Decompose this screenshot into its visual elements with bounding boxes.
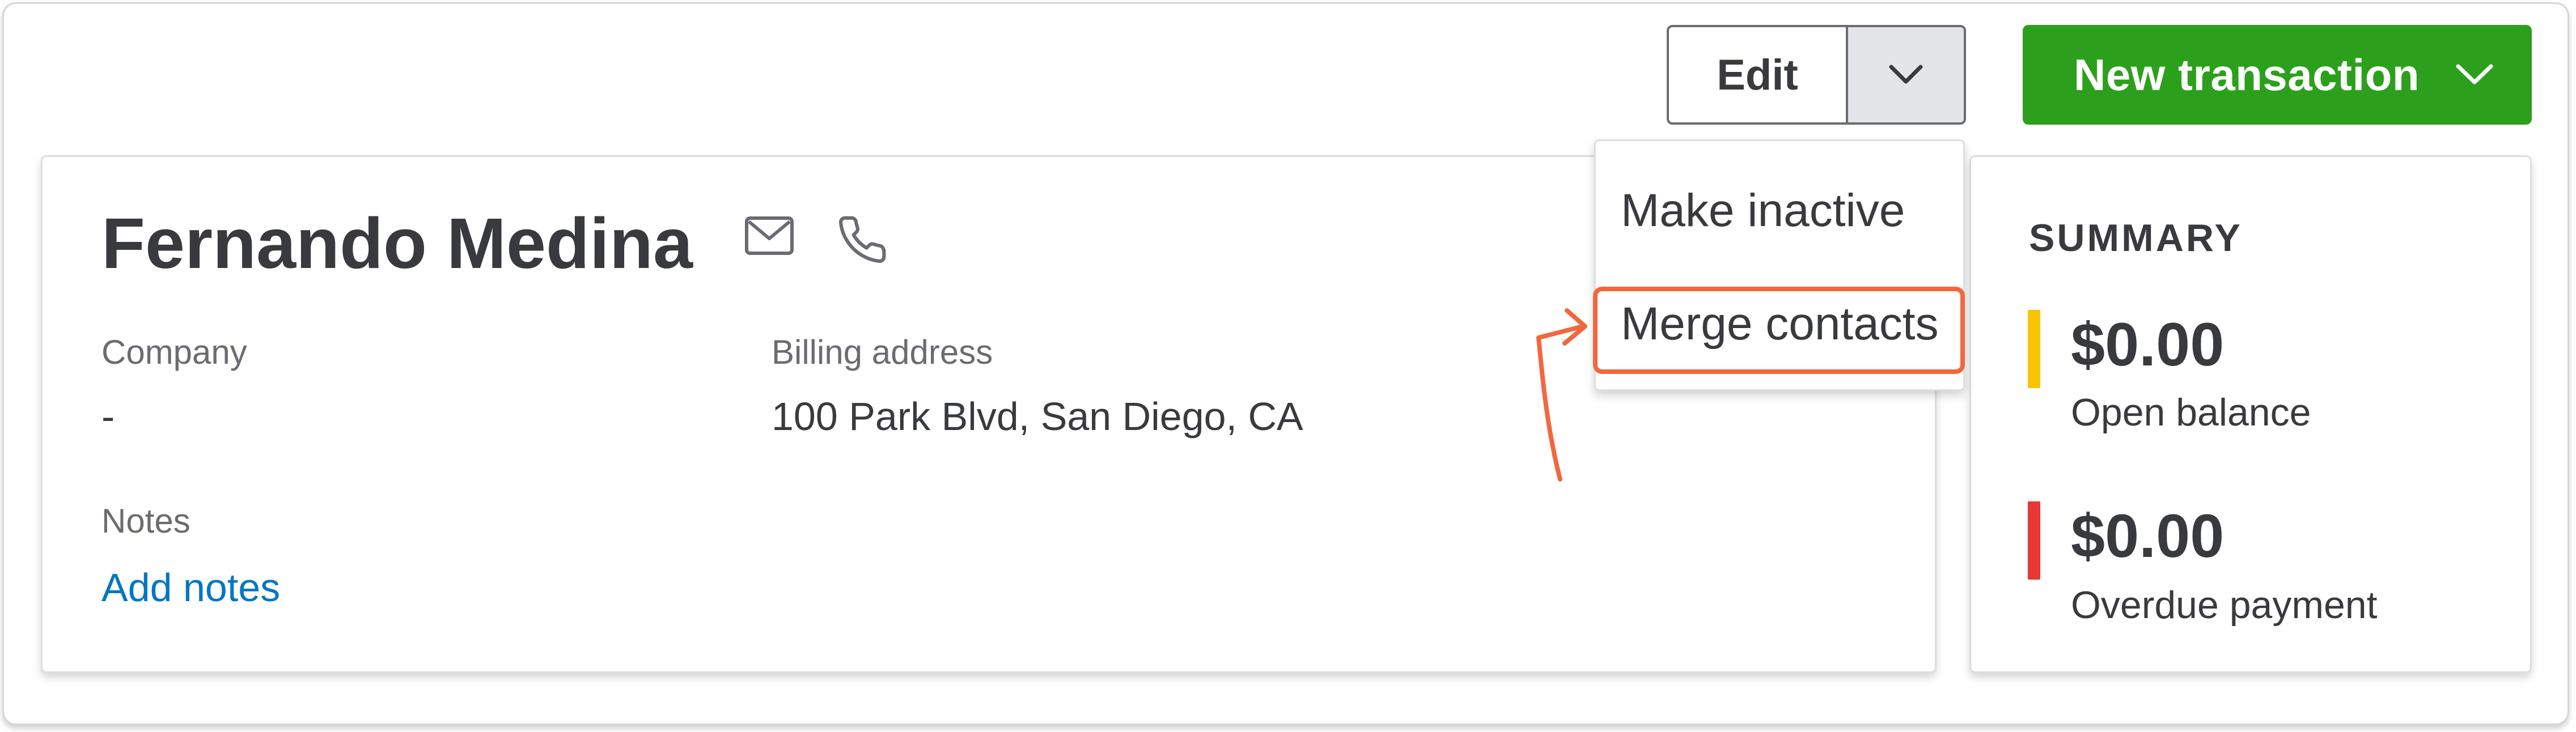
billing-address-value: 100 Park Blvd, San Diego, CA	[772, 394, 1303, 439]
edit-split-button: Edit	[1667, 25, 1966, 125]
summary-title: SUMMARY	[2029, 216, 2243, 259]
overdue-payment-amount: $0.00	[2071, 501, 2225, 570]
company-value: -	[101, 394, 115, 439]
notes-label: Notes	[101, 502, 190, 540]
edit-button[interactable]: Edit	[1669, 27, 1848, 122]
new-transaction-button[interactable]: New transaction	[2023, 25, 2532, 125]
open-balance-amount: $0.00	[2071, 310, 2225, 378]
open-balance-indicator	[2028, 310, 2040, 388]
phone-icon[interactable]	[836, 214, 888, 266]
customer-name: Fernando Medina	[101, 203, 693, 283]
overdue-payment-indicator	[2028, 501, 2040, 580]
open-balance-label: Open balance	[2071, 391, 2311, 434]
overdue-payment-label: Overdue payment	[2071, 584, 2378, 627]
annotation-highlight-box	[1593, 287, 1965, 374]
company-label: Company	[101, 333, 247, 371]
chevron-down-icon	[1889, 65, 1923, 84]
annotation-arrow-icon	[1536, 308, 1587, 482]
menu-item-make-inactive[interactable]: Make inactive	[1621, 184, 1905, 237]
summary-card: SUMMARY $0.00 Open balance $0.00 Overdue…	[1969, 155, 2532, 673]
billing-address-label: Billing address	[772, 333, 993, 371]
email-icon[interactable]	[744, 216, 794, 256]
edit-dropdown-toggle[interactable]	[1848, 27, 1964, 122]
add-notes-link[interactable]: Add notes	[101, 565, 280, 610]
chevron-down-icon	[2456, 64, 2493, 84]
new-transaction-label: New transaction	[2074, 49, 2420, 100]
